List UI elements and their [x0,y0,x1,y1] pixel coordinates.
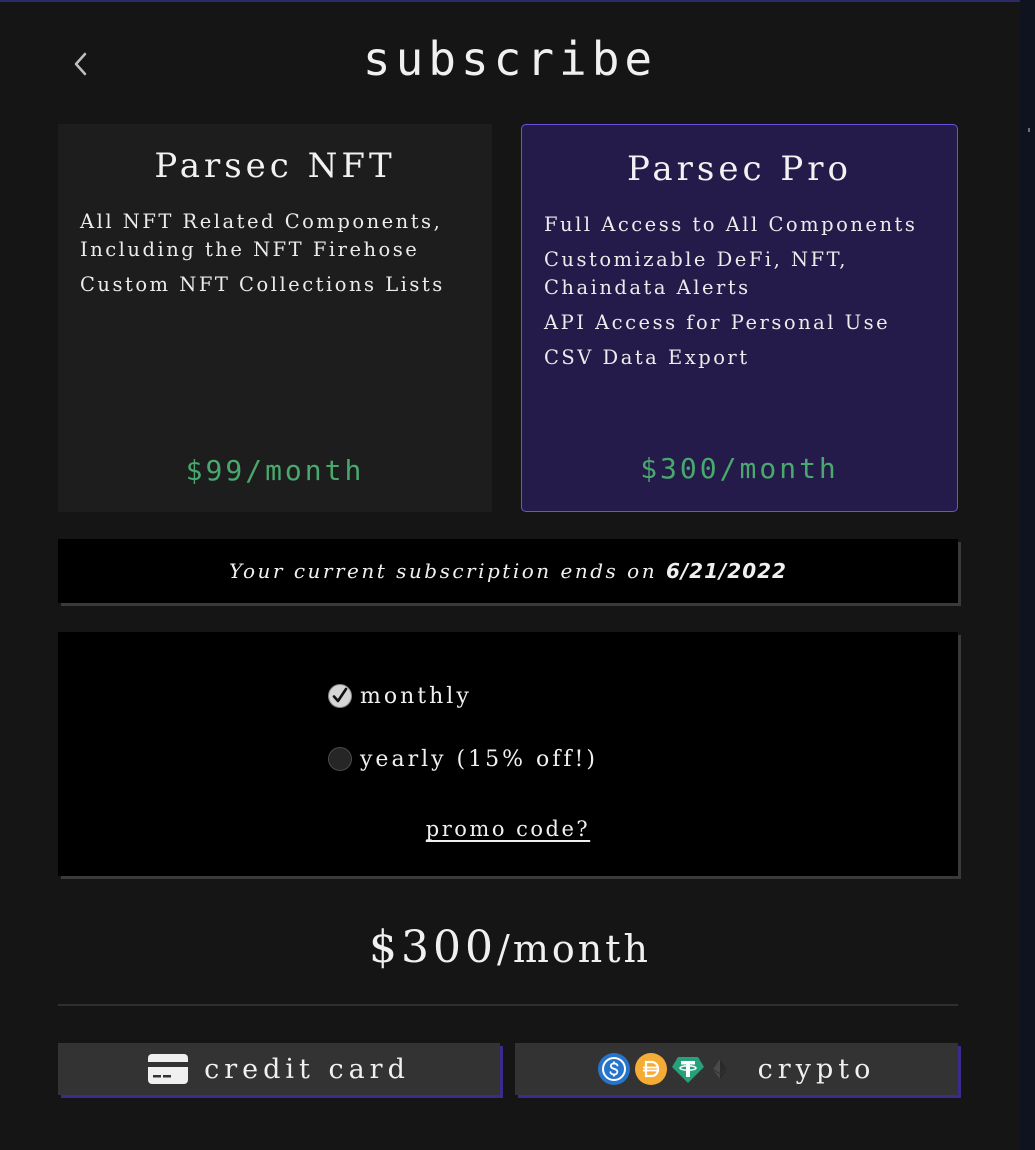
plan-name: Parsec NFT [154,146,396,186]
scrollbar-thumb[interactable] [1028,128,1030,132]
scrollbar-track[interactable] [1020,0,1035,1150]
pay-crypto-button[interactable]: crypto [515,1043,958,1095]
crypto-icons [597,1053,736,1085]
tether-icon [671,1057,704,1083]
divider [58,1004,958,1006]
billing-option-yearly[interactable]: yearly (15% off!) [328,744,598,774]
plan-card-nft[interactable]: Parsec NFT All NFT Related Components, I… [58,124,492,512]
notice-date: 6/21/2022 [665,559,787,583]
plan-features: Full Access to All Components Customizab… [544,211,937,379]
feature-item: API Access for Personal Use [544,311,891,334]
billing-option-monthly[interactable]: monthly [328,681,472,711]
page-title: subscribe [362,32,658,86]
promo-code-link[interactable]: promo code? [426,817,590,841]
plan-features: All NFT Related Components, Including th… [80,208,472,306]
total-price: $300/month [0,922,1020,973]
total-amount: $300 [369,922,498,973]
promo-code-row: promo code? [58,817,958,841]
credit-card-icon [148,1054,189,1084]
total-period: /month [497,927,651,971]
ethereum-icon [712,1059,727,1079]
checkmark-icon [332,687,348,703]
billing-option-label: yearly (15% off!) [360,746,598,772]
subscribe-panel: subscribe Parsec NFT All NFT Related Com… [0,2,1020,1150]
feature-item: CSV Data Export [544,346,750,369]
radio-unchecked[interactable] [328,747,352,771]
pay-credit-card-button[interactable]: credit card [58,1043,500,1095]
dai-icon [634,1053,667,1085]
plan-name: Parsec Pro [627,149,852,189]
radio-checked[interactable] [328,684,352,708]
pay-label: crypto [757,1053,876,1085]
plan-card-pro[interactable]: Parsec Pro Full Access to All Components… [521,124,958,512]
billing-option-label: monthly [360,683,472,709]
feature-item: Customizable DeFi, NFT, Chaindata Alerts [544,248,848,299]
feature-item: Full Access to All Components [544,213,918,236]
billing-options: monthly yearly (15% off!) promo code? [58,632,958,876]
feature-item: All NFT Related Components, Including th… [80,210,443,261]
subscription-notice: Your current subscription ends on 6/21/2… [58,539,958,603]
plan-price: $300/month [640,452,839,485]
pay-label: credit card [204,1053,410,1085]
notice-text: Your current subscription ends on [229,559,666,583]
usdc-icon [597,1053,630,1085]
feature-item: Custom NFT Collections Lists [80,273,445,296]
plan-price: $99/month [185,454,365,487]
